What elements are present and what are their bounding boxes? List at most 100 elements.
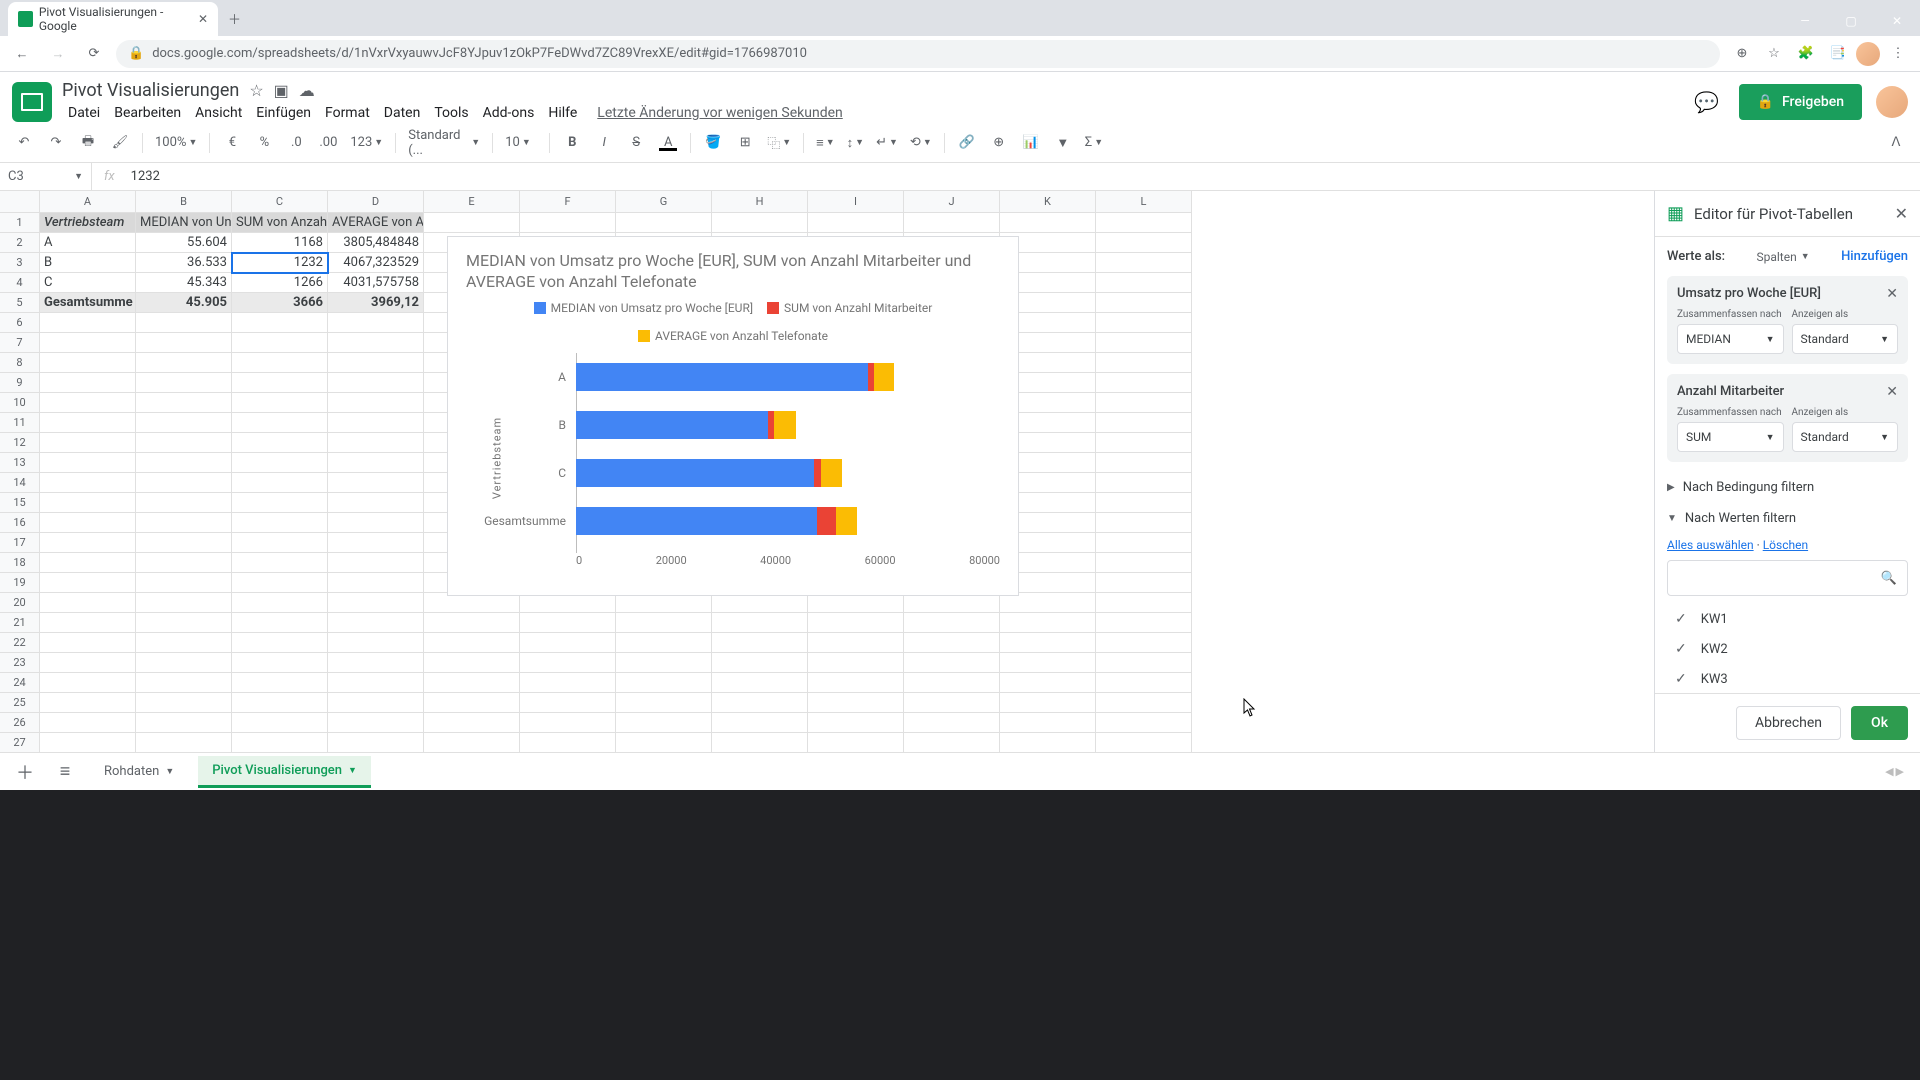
cell[interactable] <box>616 653 712 673</box>
dec-decrease-icon[interactable]: .0 <box>282 129 310 157</box>
cell[interactable] <box>328 413 424 433</box>
cell[interactable] <box>1096 573 1192 593</box>
cell[interactable] <box>904 613 1000 633</box>
cell[interactable] <box>1096 313 1192 333</box>
cell[interactable] <box>1096 653 1192 673</box>
cell[interactable]: 3969,12 <box>328 293 424 313</box>
cell[interactable] <box>328 393 424 413</box>
italic-icon[interactable]: I <box>590 129 618 157</box>
row-header[interactable]: 25 <box>0 693 40 713</box>
cell[interactable] <box>1096 693 1192 713</box>
cell[interactable] <box>1096 553 1192 573</box>
cell[interactable] <box>136 373 232 393</box>
cell[interactable] <box>328 673 424 693</box>
cell[interactable] <box>328 573 424 593</box>
cell[interactable] <box>136 553 232 573</box>
cell[interactable] <box>1000 213 1096 233</box>
percent-icon[interactable]: % <box>250 129 278 157</box>
font-dropdown[interactable]: Standard (...▼ <box>404 128 484 158</box>
cell[interactable]: 55.604 <box>136 233 232 253</box>
cell[interactable] <box>136 433 232 453</box>
dec-increase-icon[interactable]: .00 <box>314 129 342 157</box>
cell[interactable] <box>136 493 232 513</box>
column-header[interactable]: H <box>712 191 808 213</box>
cell[interactable] <box>328 513 424 533</box>
cell[interactable] <box>808 693 904 713</box>
column-header[interactable]: C <box>232 191 328 213</box>
cell[interactable] <box>40 513 136 533</box>
cell[interactable] <box>520 733 616 752</box>
cell[interactable]: 1266 <box>232 273 328 293</box>
cell[interactable] <box>232 493 328 513</box>
ok-button[interactable]: Ok <box>1851 706 1908 740</box>
cell[interactable] <box>136 573 232 593</box>
cell[interactable] <box>40 553 136 573</box>
cell[interactable] <box>1096 233 1192 253</box>
url-input[interactable]: 🔒 docs.google.com/spreadsheets/d/1nVxrVx… <box>116 40 1720 68</box>
cell[interactable] <box>328 433 424 453</box>
print-icon[interactable]: 🖶 <box>74 129 102 157</box>
cell[interactable] <box>328 593 424 613</box>
cell[interactable] <box>232 333 328 353</box>
sheet-tab[interactable]: Rohdaten▼ <box>90 756 188 788</box>
cell[interactable] <box>40 353 136 373</box>
cell[interactable] <box>1000 613 1096 633</box>
cell[interactable] <box>1000 693 1096 713</box>
comment-cell-icon[interactable]: ⊕ <box>985 129 1013 157</box>
cell[interactable] <box>136 393 232 413</box>
cell[interactable] <box>328 713 424 733</box>
row-header[interactable]: 17 <box>0 533 40 553</box>
cell[interactable] <box>328 353 424 373</box>
cell[interactable]: AVERAGE von A <box>328 213 424 233</box>
cell[interactable] <box>136 333 232 353</box>
extensions-icon[interactable]: 🧩 <box>1792 40 1820 68</box>
fill-color-icon[interactable]: 🪣 <box>699 129 727 157</box>
cell[interactable] <box>808 653 904 673</box>
cell[interactable] <box>136 713 232 733</box>
cell[interactable] <box>616 713 712 733</box>
cell[interactable] <box>616 593 712 613</box>
cell[interactable]: 45.905 <box>136 293 232 313</box>
cell[interactable] <box>712 693 808 713</box>
cell[interactable] <box>1000 733 1096 752</box>
embedded-chart[interactable]: MEDIAN von Umsatz pro Woche [EUR], SUM v… <box>447 236 1019 596</box>
cell[interactable] <box>1096 393 1192 413</box>
close-panel-icon[interactable]: ✕ <box>1895 204 1908 223</box>
filter-values-toggle[interactable]: ▼Nach Werten filtern <box>1667 503 1908 534</box>
cell[interactable] <box>616 693 712 713</box>
cell[interactable] <box>616 673 712 693</box>
cell[interactable]: MEDIAN von Un <box>136 213 232 233</box>
comments-icon[interactable]: 💬 <box>1689 84 1725 120</box>
star-doc-icon[interactable]: ☆ <box>249 81 263 100</box>
cell[interactable] <box>328 733 424 752</box>
rotate-dropdown[interactable]: ⟲▼ <box>906 135 936 150</box>
cell[interactable] <box>1096 473 1192 493</box>
menu-item[interactable]: Hilfe <box>542 103 583 123</box>
cell[interactable] <box>1096 633 1192 653</box>
cell[interactable] <box>232 533 328 553</box>
cell[interactable] <box>232 313 328 333</box>
column-header[interactable]: B <box>136 191 232 213</box>
cell[interactable] <box>40 333 136 353</box>
remove-value-icon[interactable]: ✕ <box>1886 286 1898 302</box>
cell[interactable] <box>904 633 1000 653</box>
star-icon[interactable]: ☆ <box>1760 40 1788 68</box>
cell[interactable]: C <box>40 273 136 293</box>
cell[interactable] <box>424 633 520 653</box>
strikethrough-icon[interactable]: S <box>622 129 650 157</box>
add-sheet-button[interactable]: ＋ <box>10 757 40 787</box>
currency-icon[interactable]: € <box>218 129 246 157</box>
cell[interactable] <box>232 713 328 733</box>
cell[interactable] <box>904 653 1000 673</box>
account-avatar[interactable] <box>1876 86 1908 118</box>
cell[interactable] <box>136 633 232 653</box>
cell[interactable]: 4067,323529 <box>328 253 424 273</box>
cell[interactable] <box>232 553 328 573</box>
add-value-link[interactable]: Hinzufügen <box>1841 249 1908 264</box>
row-header[interactable]: 22 <box>0 633 40 653</box>
cell[interactable] <box>328 653 424 673</box>
cell[interactable] <box>808 713 904 733</box>
cell[interactable] <box>1096 733 1192 752</box>
name-box[interactable]: C3▼ <box>0 163 92 190</box>
column-header[interactable]: D <box>328 191 424 213</box>
